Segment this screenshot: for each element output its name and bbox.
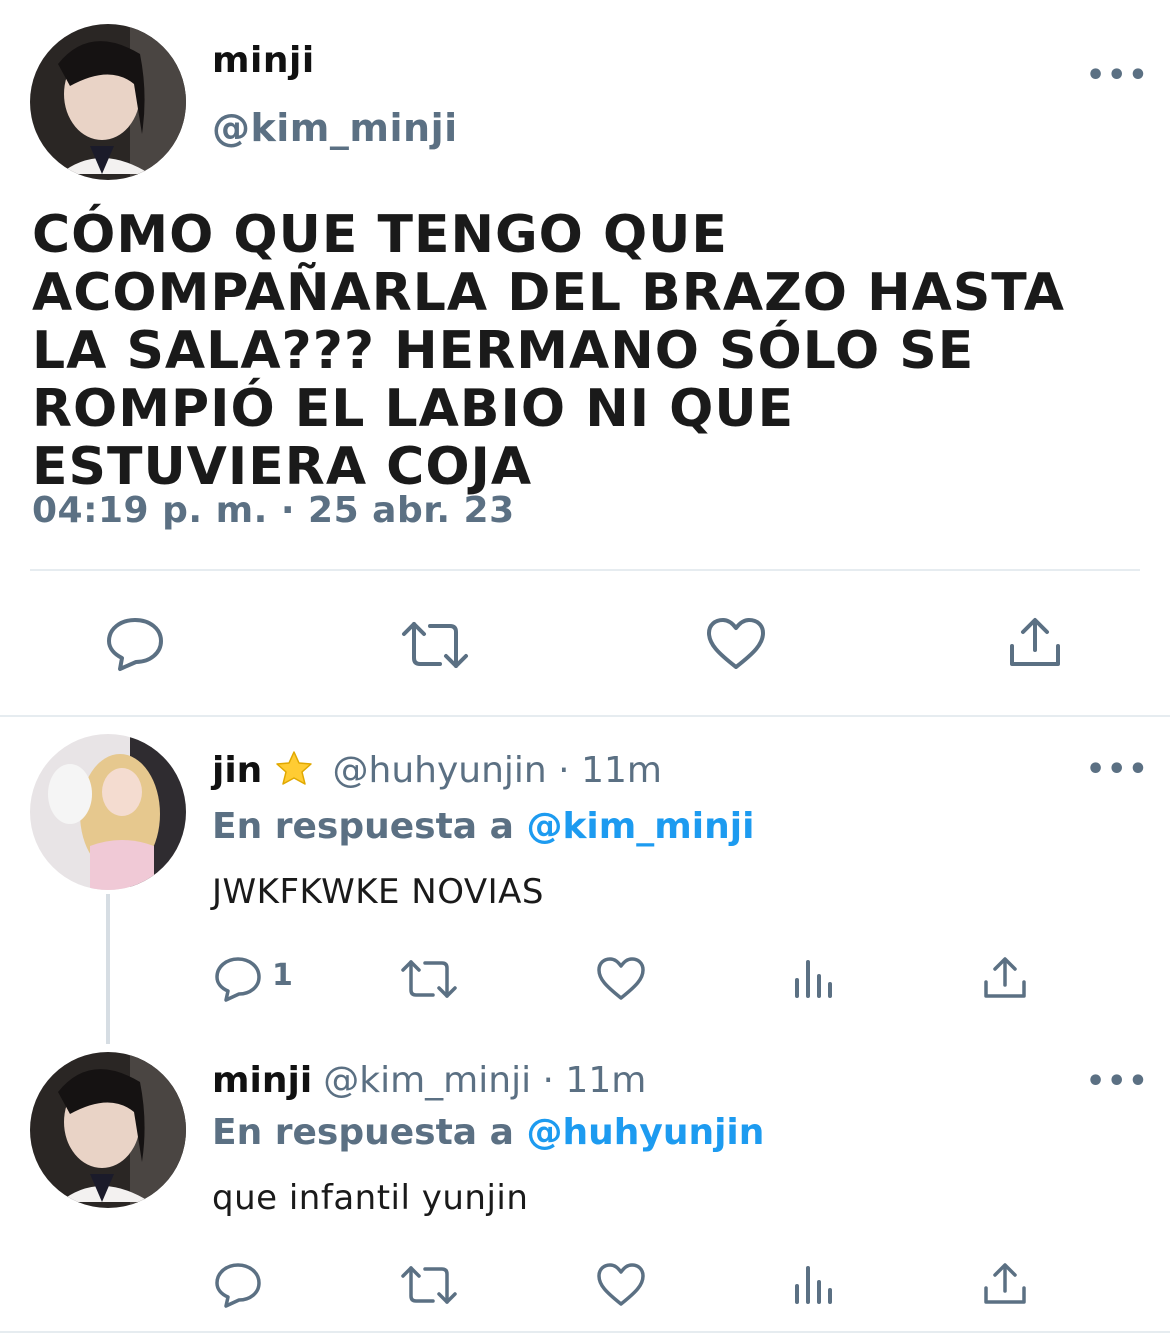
like-icon[interactable]	[596, 956, 646, 1002]
thread-connector	[106, 894, 110, 1044]
reply-mention[interactable]: @huhyunjin	[526, 1112, 764, 1153]
reply-context: En respuesta a @kim_minji	[212, 806, 754, 847]
like-icon[interactable]	[596, 1262, 646, 1308]
separator: ·	[531, 1060, 566, 1101]
like-icon[interactable]	[706, 617, 766, 671]
star-icon	[275, 750, 313, 790]
main-tweet-text: CÓMO QUE TENGO QUE ACOMPAÑARLA DEL BRAZO…	[32, 205, 1065, 497]
reply-text: JWKFKWKE NOVIAS	[212, 872, 545, 912]
separator: ·	[546, 750, 582, 791]
reply-header: jin @huhyunjin · 11m	[212, 750, 662, 791]
main-handle[interactable]: @kim_minji	[212, 106, 458, 150]
reply-icon[interactable]	[214, 1262, 262, 1308]
main-display-name[interactable]: minji	[212, 40, 315, 81]
retweet-icon[interactable]	[400, 620, 470, 670]
reply-display-name[interactable]: minji	[212, 1060, 312, 1101]
divider	[0, 1331, 1170, 1333]
reply-mention[interactable]: @kim_minji	[526, 806, 754, 847]
analytics-icon[interactable]	[792, 956, 834, 1000]
more-options-icon[interactable]: •••	[1086, 1064, 1150, 1099]
avatar-minji[interactable]	[30, 1052, 186, 1208]
reply-icon[interactable]	[214, 956, 262, 1002]
avatar-jin[interactable]	[30, 734, 186, 890]
retweet-icon[interactable]	[400, 1264, 458, 1306]
share-icon[interactable]	[1008, 616, 1062, 668]
reply-icon[interactable]	[106, 616, 164, 672]
reply-count: 1	[272, 958, 293, 993]
reply-handle[interactable]: @kim_minji	[323, 1060, 531, 1101]
divider	[0, 715, 1170, 717]
analytics-icon[interactable]	[792, 1262, 834, 1306]
reply-time[interactable]: 11m	[581, 750, 662, 791]
reply-handle[interactable]: @huhyunjin	[333, 750, 547, 791]
reply-time[interactable]: 11m	[565, 1060, 646, 1101]
reply-prefix: En respuesta a	[212, 1112, 527, 1153]
more-options-icon[interactable]: •••	[1086, 58, 1150, 93]
reply-prefix: En respuesta a	[212, 806, 527, 847]
divider	[30, 569, 1140, 571]
reply-header: minji @kim_minji · 11m	[212, 1060, 646, 1101]
reply-display-name[interactable]: jin	[212, 750, 262, 791]
share-icon[interactable]	[982, 1262, 1028, 1306]
retweet-icon[interactable]	[400, 958, 458, 1000]
more-options-icon[interactable]: •••	[1086, 752, 1150, 787]
main-tweet-timestamp[interactable]: 04:19 p. m. · 25 abr. 23	[32, 490, 515, 531]
share-icon[interactable]	[982, 956, 1028, 1000]
reply-text: que infantil yunjin	[212, 1178, 529, 1218]
reply-context: En respuesta a @huhyunjin	[212, 1112, 764, 1153]
avatar-minji[interactable]	[30, 24, 186, 180]
